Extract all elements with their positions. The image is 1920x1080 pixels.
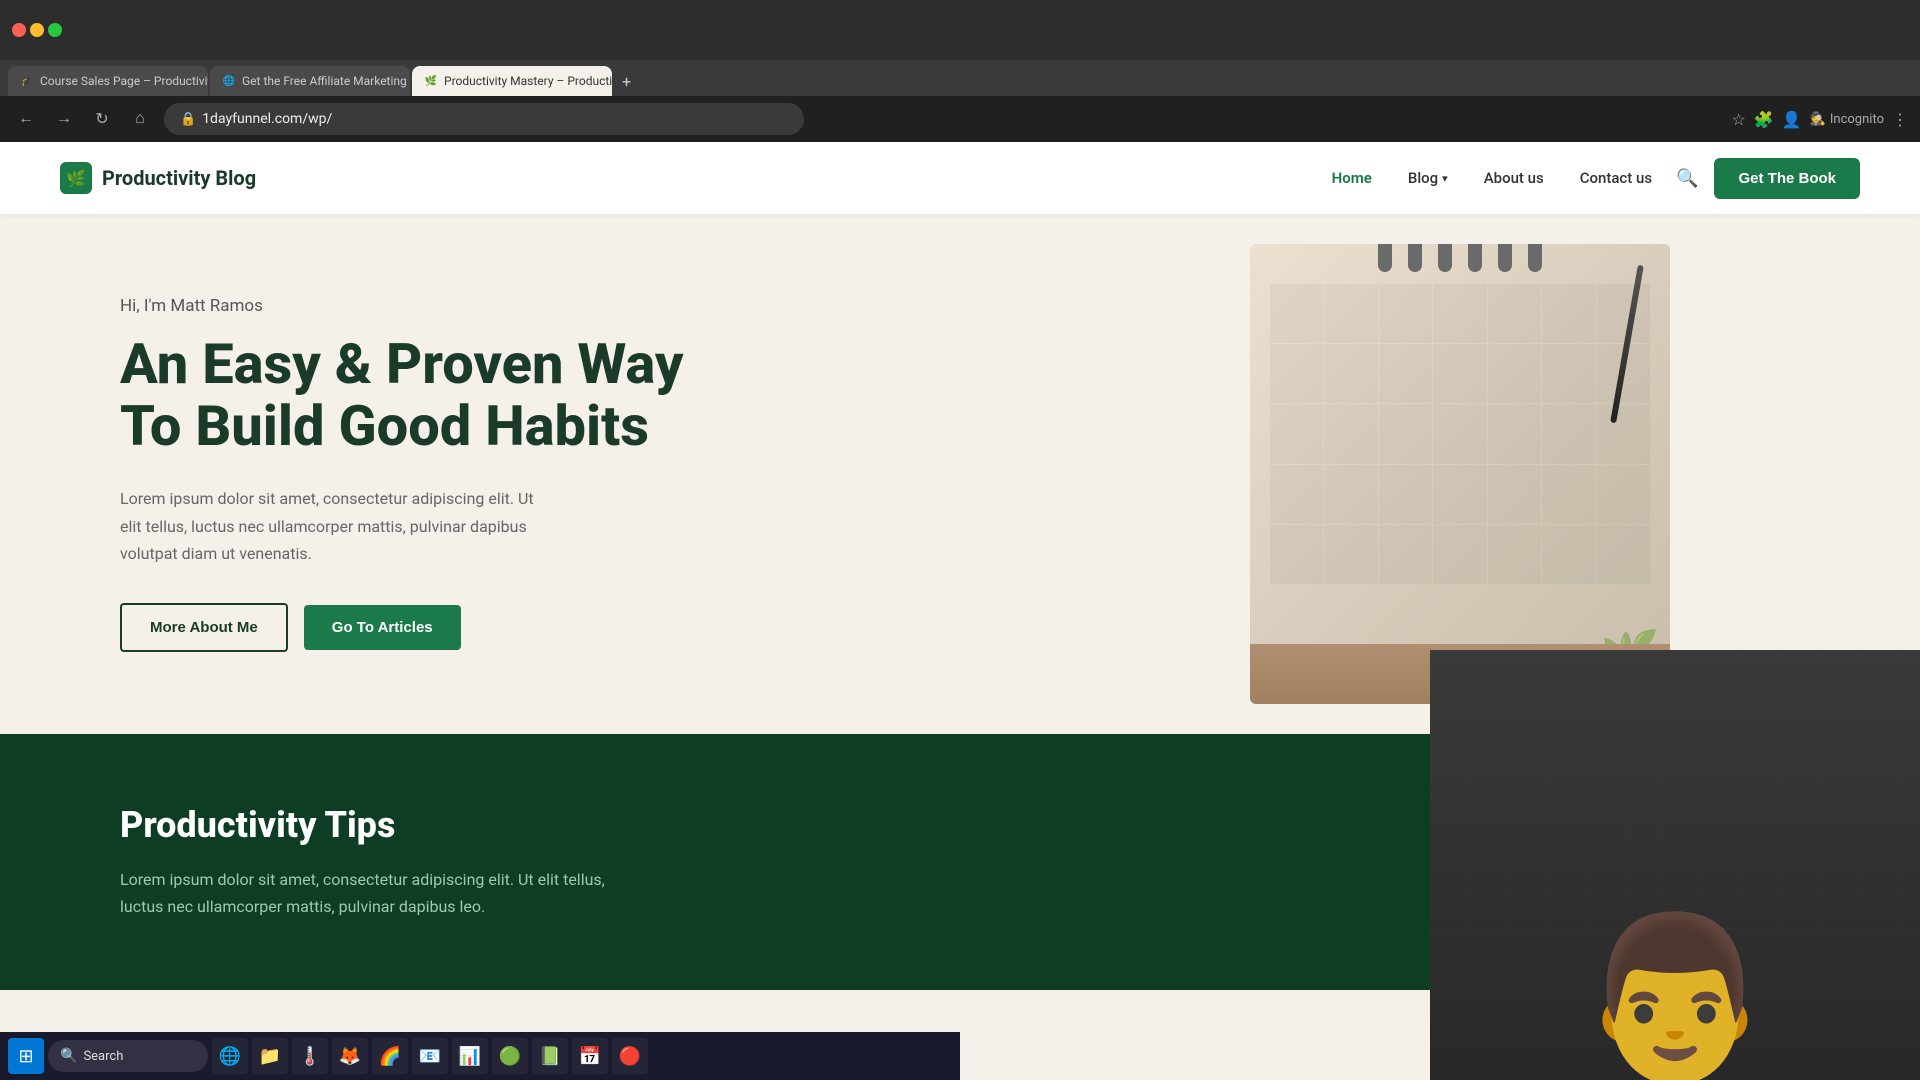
incognito-icon: 🕵️ <box>1810 112 1826 127</box>
reload-button[interactable]: ↻ <box>88 105 116 133</box>
tab-1-favicon: 🎓 <box>20 74 34 88</box>
browser-toolbar: ☆ 🧩 👤 🕵️ Incognito ⋮ <box>1732 110 1909 129</box>
new-tab-button[interactable]: + <box>614 66 639 96</box>
video-overlay: 👨 <box>1430 650 1920 1080</box>
tab-3[interactable]: 🌿 Productivity Mastery – Productivit... … <box>412 66 612 96</box>
nav-home[interactable]: Home <box>1332 169 1372 187</box>
taskbar-app-7[interactable]: 📊 <box>452 1038 488 1074</box>
incognito-label: Incognito <box>1830 112 1884 127</box>
nav-blog-label: Blog <box>1408 169 1438 187</box>
taskbar-search[interactable]: 🔍 Search <box>48 1040 208 1072</box>
hero-title-line1: An Easy & Proven Way <box>120 331 683 397</box>
chevron-down-icon: ▾ <box>1442 172 1448 185</box>
logo-text: Productivity Blog <box>102 166 256 190</box>
nav-about[interactable]: About us <box>1484 169 1544 187</box>
more-about-me-button[interactable]: More About Me <box>120 603 288 652</box>
tab-3-title: Productivity Mastery – Productivit... <box>444 74 612 88</box>
video-person: 👨 <box>1430 650 1920 1080</box>
taskbar-file-explorer[interactable]: 📁 <box>252 1038 288 1074</box>
url-text: 1dayfunnel.com/wp/ <box>202 111 332 127</box>
back-button[interactable]: ← <box>12 105 40 133</box>
hero-title-line2: To Build Good Habits <box>120 393 649 459</box>
logo-icon: 🌿 <box>60 162 92 194</box>
logo[interactable]: 🌿 Productivity Blog <box>60 162 256 194</box>
tab-2-favicon: 🌐 <box>222 74 236 88</box>
window-controls[interactable] <box>12 23 62 37</box>
address-bar: ← → ↻ ⌂ 🔒 1dayfunnel.com/wp/ ☆ 🧩 👤 🕵️ In… <box>0 96 1920 142</box>
planner-background: 🌿 <box>1250 244 1670 704</box>
nav-blog[interactable]: Blog ▾ <box>1408 169 1448 187</box>
start-button[interactable]: ⊞ <box>8 1038 44 1074</box>
navbar: 🌿 Productivity Blog Home Blog ▾ About us… <box>0 142 1920 214</box>
tab-1[interactable]: 🎓 Course Sales Page – Productivit... ✕ <box>8 66 208 96</box>
close-window-button[interactable] <box>12 23 26 37</box>
taskbar-app-5[interactable]: 🌈 <box>372 1038 408 1074</box>
tab-1-title: Course Sales Page – Productivit... <box>40 74 208 88</box>
nav-links: Home Blog ▾ About us Contact us <box>1332 169 1652 187</box>
taskbar-weather-app[interactable]: 🌡️ <box>292 1038 328 1074</box>
hero-content: Hi, I'm Matt Ramos An Easy & Proven Way … <box>120 296 683 652</box>
settings-icon[interactable]: ⋮ <box>1892 110 1908 129</box>
tab-2[interactable]: 🌐 Get the Free Affiliate Marketing ✕ <box>210 66 410 96</box>
taskbar-app-9[interactable]: 📗 <box>532 1038 568 1074</box>
hero-image: 🌿 <box>1250 244 1670 704</box>
home-button[interactable]: ⌂ <box>126 105 154 133</box>
section-body: Lorem ipsum dolor sit amet, consectetur … <box>120 866 620 920</box>
hero-body: Lorem ipsum dolor sit amet, consectetur … <box>120 485 540 567</box>
taskbar-app-4[interactable]: 🦊 <box>332 1038 368 1074</box>
go-to-articles-button[interactable]: Go To Articles <box>304 605 461 650</box>
forward-button[interactable]: → <box>50 105 78 133</box>
taskbar-search-label: Search <box>83 1049 123 1064</box>
search-icon: 🔍 <box>60 1048 77 1064</box>
taskbar: ⊞ 🔍 Search 🌐 📁 🌡️ 🦊 🌈 📧 📊 🟢 📗 📅 🔴 <box>0 1032 960 1080</box>
taskbar-app-6[interactable]: 📧 <box>412 1038 448 1074</box>
tab-3-favicon: 🌿 <box>424 74 438 88</box>
tab-2-title: Get the Free Affiliate Marketing <box>242 74 407 88</box>
maximize-window-button[interactable] <box>48 23 62 37</box>
get-book-button[interactable]: Get The Book <box>1714 158 1860 199</box>
tab-bar: 🎓 Course Sales Page – Productivit... ✕ 🌐… <box>0 60 1920 96</box>
extensions-icon[interactable]: 🧩 <box>1754 110 1774 129</box>
taskbar-app-10[interactable]: 📅 <box>572 1038 608 1074</box>
profile-icon[interactable]: 👤 <box>1782 110 1802 129</box>
taskbar-app-8[interactable]: 🟢 <box>492 1038 528 1074</box>
taskbar-app-11[interactable]: 🔴 <box>612 1038 648 1074</box>
taskbar-files-app[interactable]: 🌐 <box>212 1038 248 1074</box>
browser-chrome <box>0 0 1920 60</box>
minimize-window-button[interactable] <box>30 23 44 37</box>
nav-contact[interactable]: Contact us <box>1580 169 1652 187</box>
hero-greeting: Hi, I'm Matt Ramos <box>120 296 683 316</box>
hero-title: An Easy & Proven Way To Build Good Habit… <box>120 334 683 457</box>
person-avatar: 👨 <box>1575 920 1774 1080</box>
incognito-badge: 🕵️ Incognito <box>1810 112 1884 127</box>
hero-buttons: More About Me Go To Articles <box>120 603 683 652</box>
bookmark-icon[interactable]: ☆ <box>1732 110 1746 129</box>
search-icon[interactable]: 🔍 <box>1676 168 1698 189</box>
url-input[interactable]: 🔒 1dayfunnel.com/wp/ <box>164 103 804 135</box>
